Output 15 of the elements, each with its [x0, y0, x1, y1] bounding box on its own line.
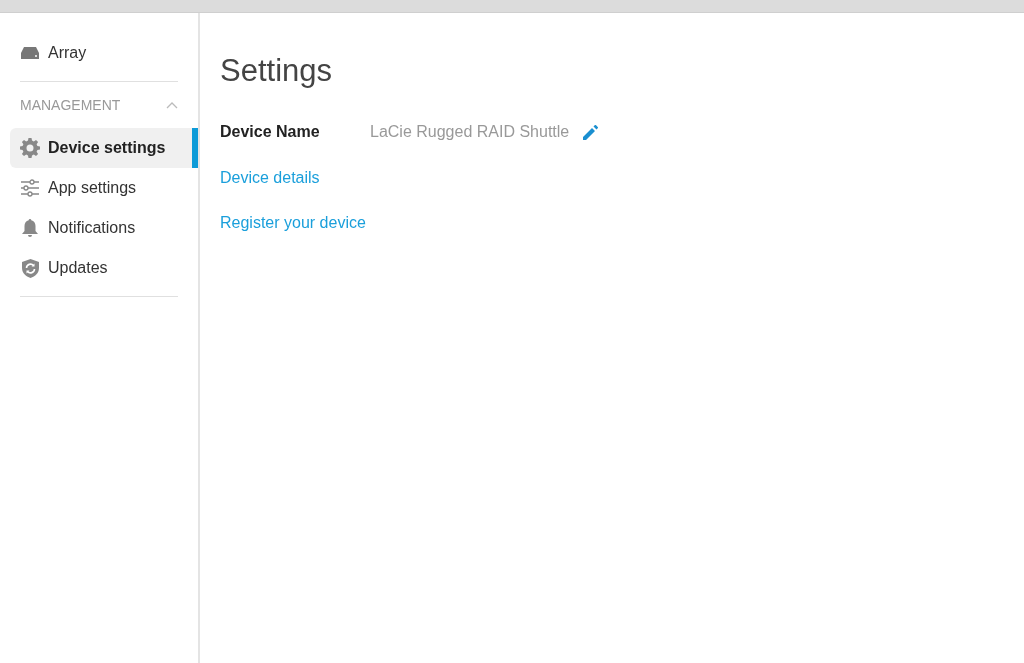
- field-label: Device Name: [220, 123, 321, 141]
- shield-icon: [21, 258, 39, 278]
- sidebar-item[interactable]: App settings: [10, 168, 198, 208]
- sliders-icon: [21, 179, 39, 197]
- chevron-icon: [166, 101, 178, 109]
- device-name-value: LaCie Rugged RAID Shuttle: [370, 123, 570, 141]
- page-title: Settings: [220, 53, 333, 90]
- sidebar-item[interactable]: Notifications: [10, 208, 198, 248]
- sidebar-item[interactable]: Device settings: [10, 128, 198, 168]
- sidebar-item[interactable]: Array: [10, 33, 198, 73]
- drive-icon: [21, 47, 39, 59]
- bell-icon: [22, 218, 38, 238]
- gear-icon: [20, 138, 40, 158]
- sidebar-item[interactable]: Updates: [10, 248, 198, 288]
- pencil-icon[interactable]: [583, 124, 599, 140]
